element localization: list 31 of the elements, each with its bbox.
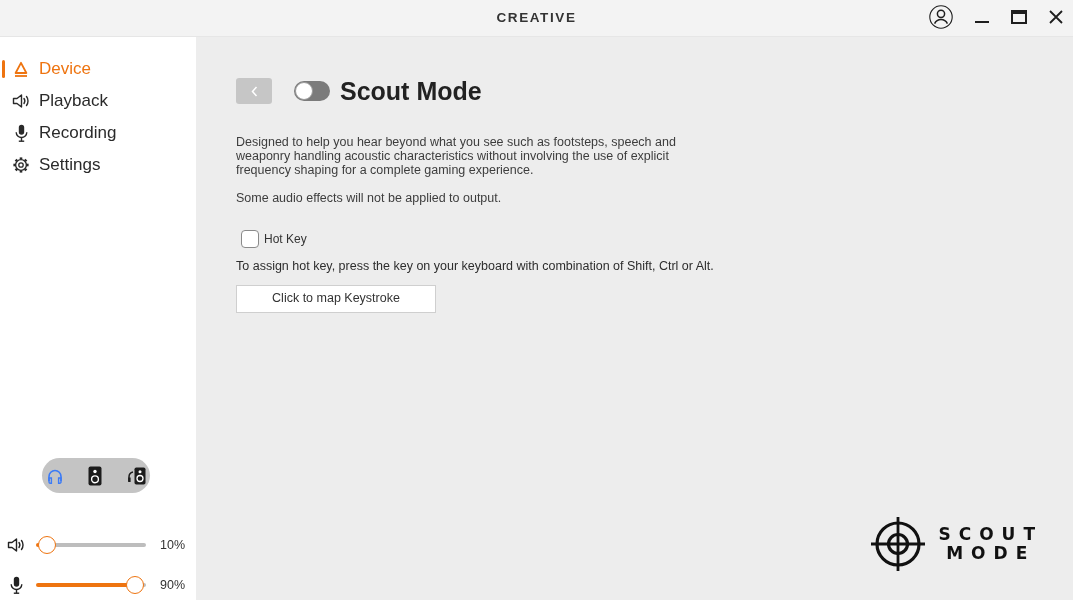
instruction-text: To assign hot key, press the key on your keyboard with combination of Shift, Ctrl or Alt.: [236, 258, 714, 275]
microphone-icon: [14, 124, 28, 142]
account-icon[interactable]: [929, 5, 953, 29]
crosshair-icon: [870, 516, 927, 572]
triangle-icon: [14, 61, 28, 77]
nav-item[interactable]: Playback: [0, 85, 196, 117]
maximize-icon[interactable]: [1011, 10, 1027, 24]
microphone-icon: [9, 576, 23, 594]
description-text: Some audio effects will not be applied to output.: [236, 191, 503, 205]
hotkey-checkbox[interactable]: [241, 230, 259, 248]
nav-item[interactable]: Settings: [0, 149, 196, 181]
slider-reading: 90%: [160, 576, 186, 594]
logo-text: SCOUT: [937, 525, 1043, 544]
headphones-speaker-icon[interactable]: [126, 465, 146, 486]
logo-text: MODE: [945, 544, 1036, 563]
nav-item[interactable]: Recording: [0, 117, 196, 149]
toggle-switch[interactable]: [294, 81, 330, 101]
slider-thumb[interactable]: [38, 536, 56, 554]
close-icon[interactable]: [1049, 10, 1063, 24]
brand-wordmark: CREATIVE: [496, 11, 577, 25]
chevron-left-icon: [250, 85, 258, 97]
checkbox-label: Hot Key: [264, 231, 307, 248]
map-keystroke-button[interactable]: Click to map Keystroke: [236, 284, 436, 313]
slider-thumb[interactable]: [126, 576, 144, 594]
speaker-icon: [12, 94, 30, 108]
speaker-icon: [7, 538, 25, 552]
settings-icon: [12, 156, 30, 174]
speaker-box-icon[interactable]: [88, 465, 102, 486]
description-text: Designed to help you hear beyond what you see such as footsteps, speech and weaponry handling acoustic characteristics without involving the use of explicit frequency shaping for a complete gaming experience.: [236, 135, 677, 177]
slider-reading: 10%: [160, 536, 186, 554]
page-title: Scout Mode: [340, 78, 482, 104]
